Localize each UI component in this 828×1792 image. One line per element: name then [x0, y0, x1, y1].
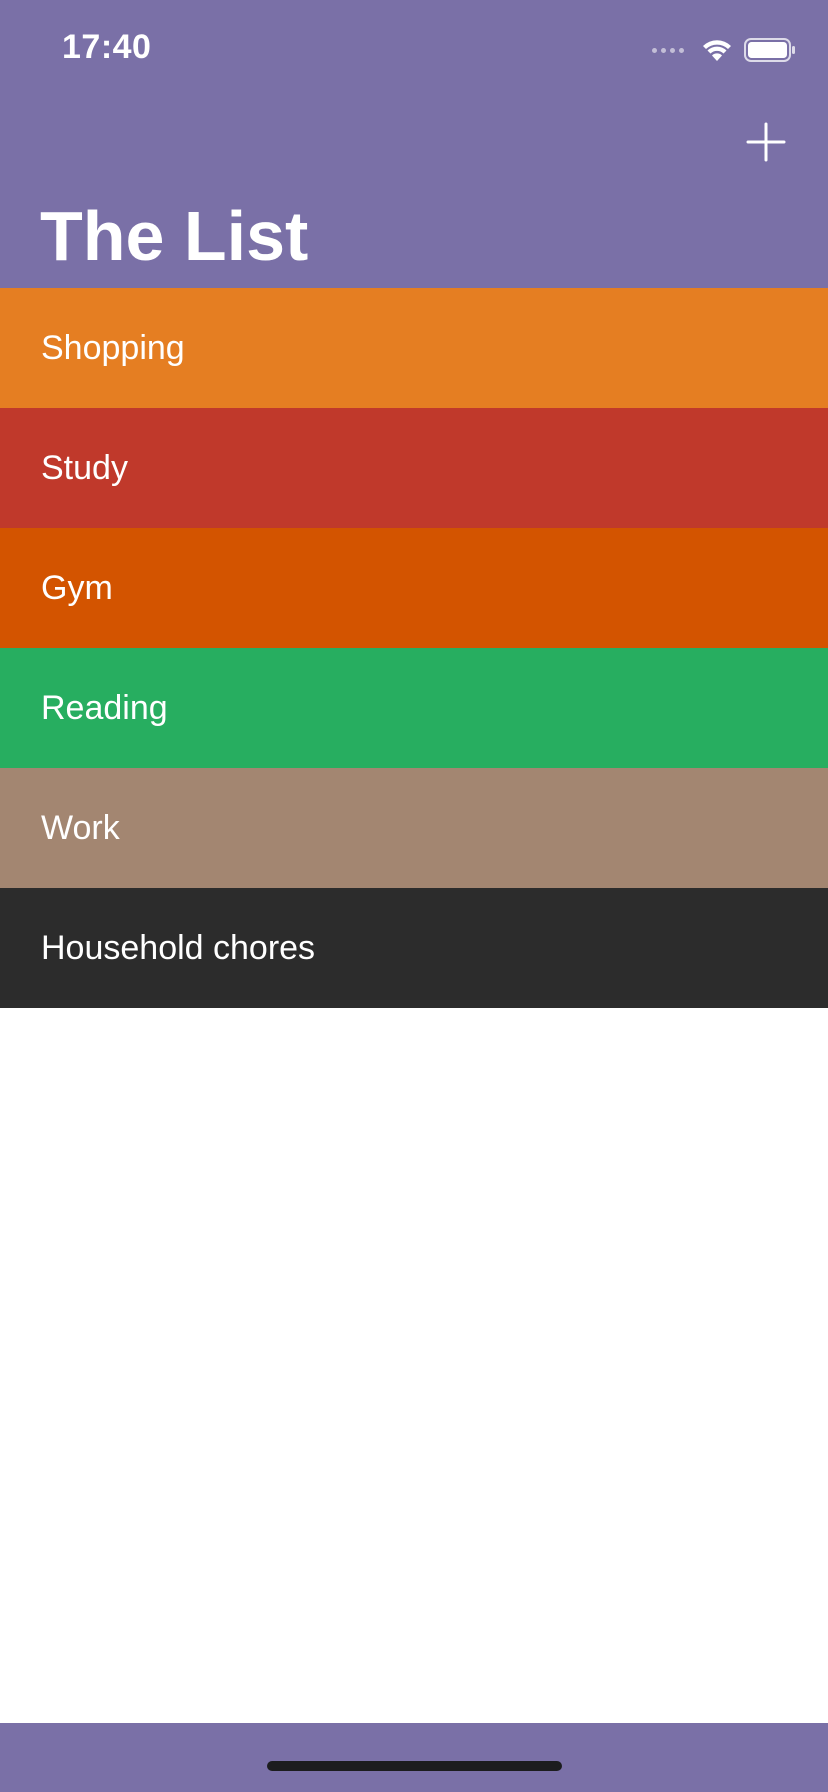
- wifi-icon: [703, 40, 731, 61]
- signal-dots-icon: [652, 47, 684, 53]
- status-icons: [652, 34, 796, 66]
- list-item-label: Household chores: [41, 928, 316, 967]
- plus-icon: [746, 122, 786, 162]
- navigation-bar: 17:40 The List: [0, 0, 828, 288]
- list-item[interactable]: Gym: [0, 528, 828, 648]
- bottom-bar: [0, 1723, 828, 1792]
- page-title: The List: [40, 197, 309, 275]
- battery-icon: [744, 38, 795, 62]
- status-time: 17:40: [62, 28, 152, 66]
- list-item[interactable]: Shopping: [0, 288, 828, 408]
- list-item-label: Shopping: [41, 328, 185, 367]
- list-item-label: Study: [41, 448, 128, 487]
- list-item[interactable]: Household chores: [0, 888, 828, 1008]
- category-list: Shopping Study Gym Reading Work Household cho…: [0, 288, 828, 1008]
- add-button[interactable]: [744, 120, 788, 164]
- list-item[interactable]: Study: [0, 408, 828, 528]
- list-item[interactable]: Reading: [0, 648, 828, 768]
- home-indicator[interactable]: [267, 1761, 562, 1771]
- list-item-label: Gym: [41, 568, 113, 607]
- list-item-label: Reading: [41, 688, 168, 727]
- app-screen: 17:40 The List Shopping Study Gym Readin…: [0, 0, 828, 1792]
- list-item-label: Work: [41, 808, 120, 847]
- list-item[interactable]: Work: [0, 768, 828, 888]
